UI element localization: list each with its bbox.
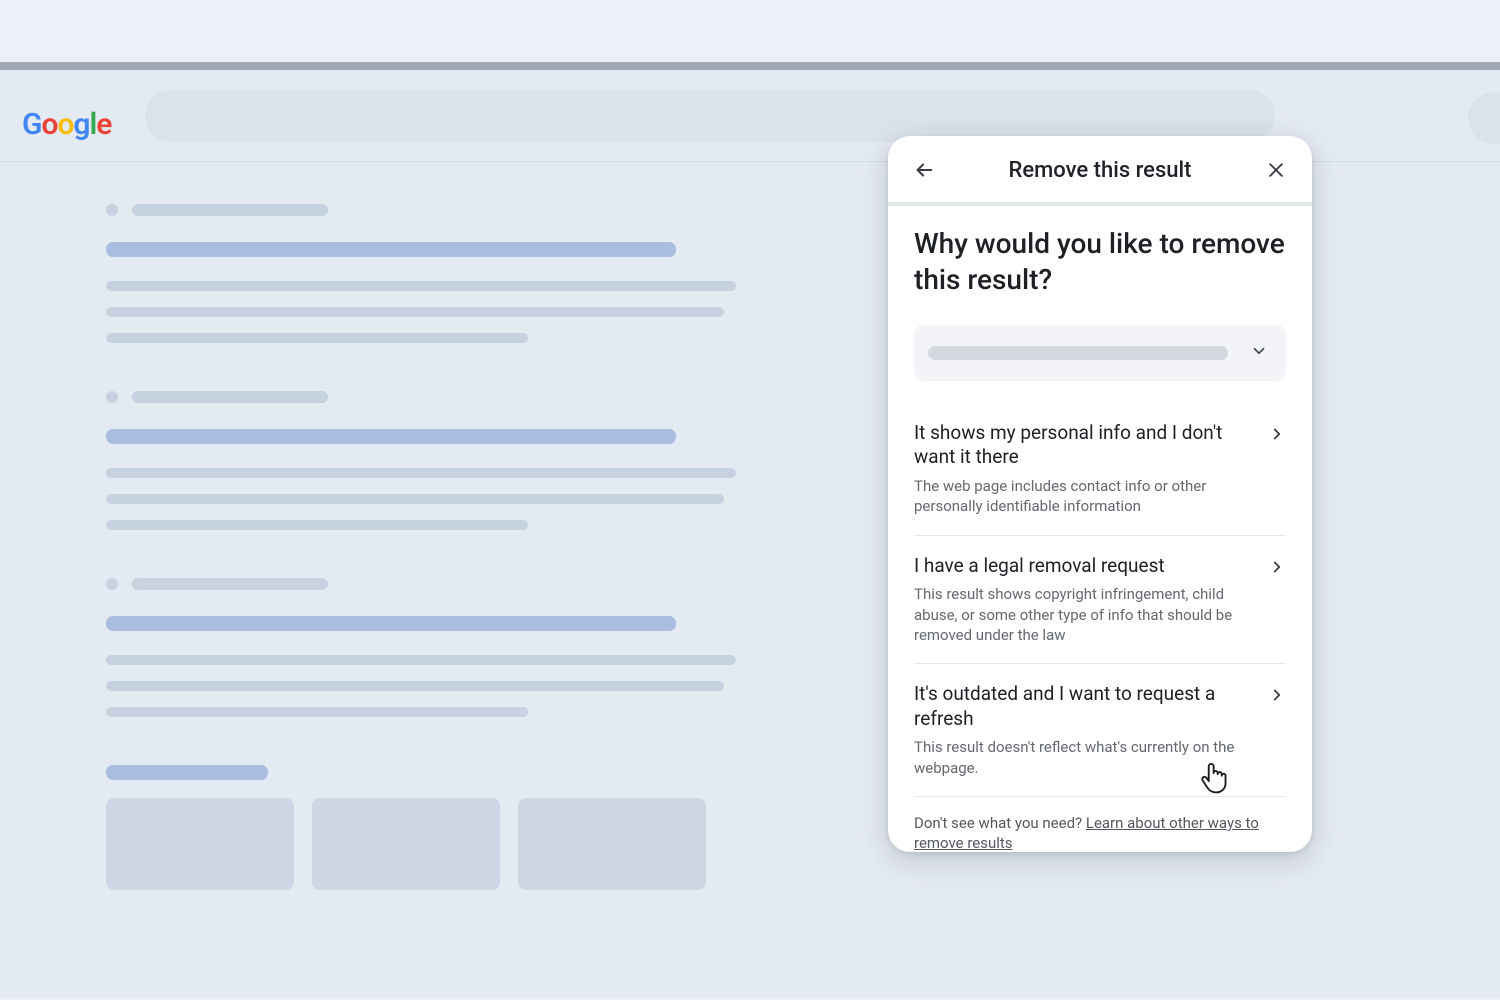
footer-lead-text: Don't see what you need? [914, 814, 1086, 832]
chevron-right-icon [1268, 558, 1286, 645]
related-cards-row [106, 798, 760, 890]
option-desc: This result doesn't reflect what's curre… [914, 737, 1254, 778]
panel-footer: Don't see what you need? Learn about oth… [914, 797, 1286, 852]
option-title: I have a legal removal request [914, 554, 1254, 579]
close-icon [1266, 160, 1286, 180]
selected-result-placeholder [928, 346, 1228, 360]
window-chrome-divider [0, 62, 1500, 70]
related-heading-skeleton [106, 765, 268, 780]
back-button[interactable] [910, 156, 938, 184]
option-desc: This result shows copyright infringement… [914, 584, 1254, 645]
chevron-right-icon [1268, 425, 1286, 517]
result-item [106, 391, 760, 530]
selected-result-dropdown[interactable] [914, 325, 1286, 381]
close-button[interactable] [1262, 156, 1290, 184]
related-card[interactable] [106, 798, 294, 890]
remove-result-panel: Remove this result Why would you like to… [888, 136, 1312, 852]
chevron-down-icon [1250, 342, 1268, 364]
related-card[interactable] [312, 798, 500, 890]
related-card[interactable] [518, 798, 706, 890]
search-input[interactable] [145, 90, 1275, 142]
panel-header: Remove this result [888, 136, 1312, 202]
google-logo[interactable]: Google [22, 107, 111, 142]
result-item [106, 204, 760, 343]
option-title: It's outdated and I want to request a re… [914, 682, 1254, 731]
removal-reason-personal-info[interactable]: It shows my personal info and I don't wa… [914, 403, 1286, 536]
arrow-left-icon [913, 159, 935, 181]
panel-question: Why would you like to remove this result… [914, 226, 1286, 299]
option-title: It shows my personal info and I don't wa… [914, 421, 1254, 470]
option-desc: The web page includes contact info or ot… [914, 476, 1254, 517]
removal-reason-legal[interactable]: I have a legal removal request This resu… [914, 536, 1286, 664]
search-results-skeleton [0, 162, 760, 890]
search-results-page: Google [0, 70, 1500, 998]
chevron-right-icon [1268, 686, 1286, 778]
result-item [106, 578, 760, 717]
removal-reason-outdated[interactable]: It's outdated and I want to request a re… [914, 664, 1286, 797]
panel-title: Remove this result [1009, 158, 1192, 183]
account-avatar[interactable] [1468, 92, 1500, 144]
